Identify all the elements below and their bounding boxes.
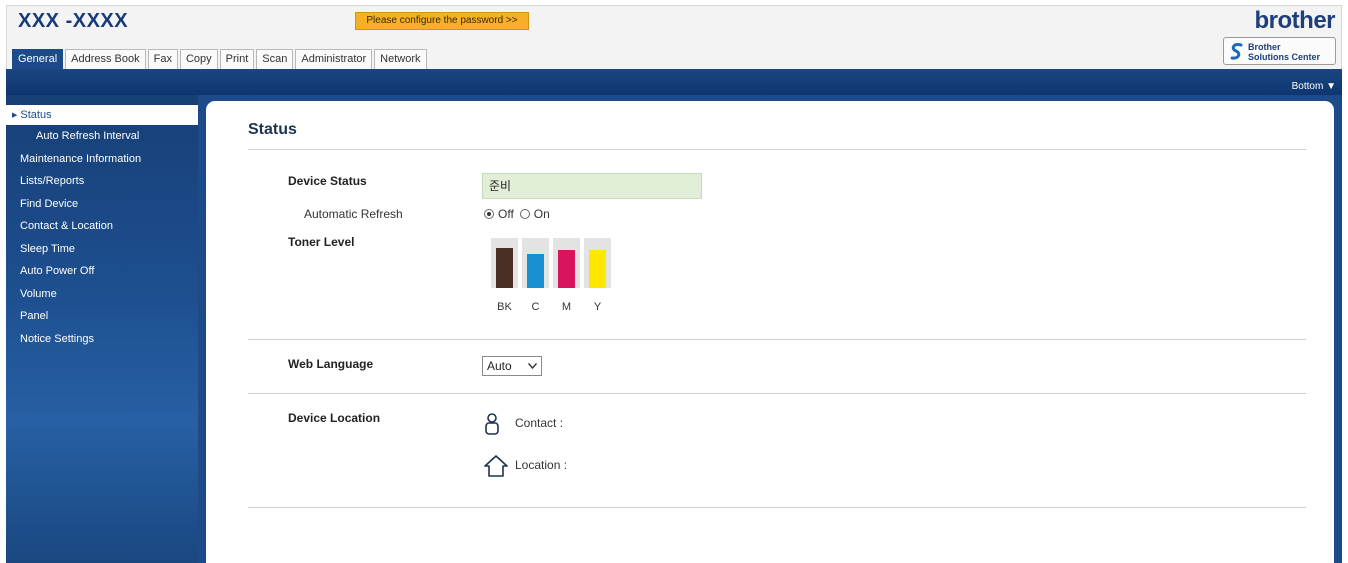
toner-y-fill (589, 250, 606, 288)
sidebar-item-find-device[interactable]: Find Device (6, 193, 198, 216)
toner-m-fill (558, 250, 575, 288)
tab-general[interactable]: General (12, 49, 64, 69)
refresh-off-label: Off (498, 207, 514, 221)
tab-strip: General Address Book Fax Copy Print Scan… (6, 35, 1342, 69)
web-language-label: Web Language (288, 357, 374, 371)
section-divider-3 (248, 507, 1306, 508)
person-icon (485, 413, 499, 435)
contact-label: Contact : (515, 416, 564, 430)
toner-level-label: Toner Level (288, 235, 355, 249)
toner-m (553, 238, 580, 288)
refresh-on-label: On (533, 207, 550, 221)
model-name: XXX -XXXX (18, 10, 129, 32)
tab-administrator[interactable]: Administrator (295, 49, 373, 69)
tab-print[interactable]: Print (219, 49, 255, 69)
solutions-center-logo-icon (1230, 43, 1243, 60)
tab-network[interactable]: Network (374, 49, 427, 69)
device-status-label: Device Status (288, 174, 367, 188)
sidebar-item-volume[interactable]: Volume (6, 283, 198, 306)
toner-bk-fill (496, 248, 513, 288)
sidebar-item-label: Status (20, 109, 52, 121)
caret-right-icon: ▶ (12, 112, 18, 119)
toner-y (584, 238, 611, 288)
header-bar: XXX -XXXX Please configure the password … (6, 5, 1342, 35)
device-location-label: Device Location (288, 411, 381, 425)
location-label: Location : (515, 458, 568, 472)
sidebar-item-status[interactable]: ▶ Status (6, 105, 198, 125)
top-blue-bar: Bottom ▼ (6, 69, 1342, 95)
toner-c-fill (527, 254, 544, 288)
toner-y-label: Y (593, 301, 602, 313)
configure-password-button[interactable]: Please configure the password >> (355, 12, 529, 30)
web-language-select[interactable]: Auto (482, 356, 542, 376)
refresh-off-radio[interactable] (484, 209, 494, 219)
brother-logo: brother (1254, 7, 1336, 34)
sidebar-item-panel[interactable]: Panel (6, 305, 198, 328)
automatic-refresh-radios: Off On (484, 207, 556, 221)
toner-m-label: M (561, 301, 572, 313)
refresh-on-radio[interactable] (519, 209, 530, 219)
device-status-value: 준비 (482, 173, 702, 199)
section-divider-2 (248, 393, 1306, 394)
sidebar-item-auto-power-off[interactable]: Auto Power Off (6, 260, 198, 283)
section-divider-1 (248, 339, 1306, 340)
tab-copy[interactable]: Copy (179, 49, 218, 69)
sidebar-item-maintenance-information[interactable]: Maintenance Information (6, 148, 198, 171)
title-divider (248, 149, 1306, 150)
automatic-refresh-label: Automatic Refresh (304, 207, 403, 221)
web-language-value: Auto (487, 359, 512, 373)
sidebar-item-contact-location[interactable]: Contact & Location (6, 215, 198, 238)
solutions-center-label: Brother Solutions Center (1248, 42, 1320, 62)
tab-address-book[interactable]: Address Book (65, 49, 146, 69)
solutions-center-line1: Brother (1248, 42, 1281, 52)
main-tabs: General Address Book Fax Copy Print Scan… (12, 49, 429, 69)
toner-c-label: C (531, 301, 540, 313)
content-panel: Status Device Status 준비 Automatic Refres… (205, 100, 1335, 563)
tab-fax[interactable]: Fax (147, 49, 178, 69)
sidebar-item-notice-settings[interactable]: Notice Settings (6, 328, 198, 351)
solutions-center-button[interactable]: Brother Solutions Center (1223, 37, 1336, 65)
sidebar-item-lists-reports[interactable]: Lists/Reports (6, 170, 198, 193)
toner-c (522, 238, 549, 288)
sidebar-item-sleep-time[interactable]: Sleep Time (6, 238, 198, 261)
home-icon (484, 455, 508, 477)
main-frame: Status Device Status 준비 Automatic Refres… (198, 95, 1342, 563)
chevron-down-icon (528, 363, 537, 369)
page-title: Status (248, 121, 297, 138)
sidebar-nav: ▶ Status Auto Refresh Interval Maintenanc… (6, 95, 198, 563)
toner-bk (491, 238, 518, 288)
sidebar-item-auto-refresh-interval[interactable]: Auto Refresh Interval (6, 125, 198, 148)
toner-bk-label: BK (497, 301, 512, 313)
bottom-link[interactable]: Bottom ▼ (1292, 81, 1336, 92)
solutions-center-line2: Solutions Center (1248, 52, 1321, 62)
printer-web-ui: XXX -XXXX Please configure the password … (6, 0, 1342, 563)
tab-scan[interactable]: Scan (256, 49, 294, 69)
